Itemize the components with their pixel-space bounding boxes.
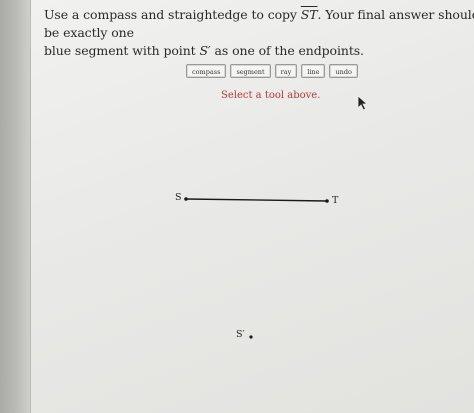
point-t[interactable]: [325, 199, 329, 203]
point-t-label: T: [332, 195, 339, 206]
segment-button[interactable]: segment: [230, 64, 271, 78]
undo-button[interactable]: undo: [329, 64, 358, 78]
prompt-line2-prefix: blue segment with point: [44, 43, 200, 58]
window-edge: [0, 0, 30, 413]
line-button[interactable]: line: [301, 64, 326, 78]
segment-st[interactable]: [185, 198, 328, 202]
ray-button[interactable]: ray: [274, 64, 298, 78]
drawing-canvas[interactable]: S T S′: [31, 110, 474, 410]
canvas-svg: [184, 197, 329, 339]
point-s[interactable]: [184, 197, 188, 201]
segment-st-label: ST: [300, 7, 318, 22]
status-message: Select a tool above.: [221, 90, 321, 101]
point-s-label: S: [175, 192, 182, 203]
question-prompt: Use a compass and straightedge to copy S…: [44, 6, 474, 60]
prompt-line1-prefix: Use a compass and straightedge to copy: [44, 7, 301, 22]
tool-bar: compass segment ray line undo: [186, 64, 358, 78]
prompt-line2-suffix: as one of the endpoints.: [210, 43, 365, 58]
construction-panel: Use a compass and straightedge to copy S…: [30, 0, 474, 413]
compass-button[interactable]: compass: [186, 64, 227, 78]
point-s-prime[interactable]: [249, 335, 253, 339]
point-s-prime-label: S′: [236, 329, 245, 340]
arrow-cursor-icon: [357, 95, 369, 111]
point-s-prime-ref: S′: [199, 43, 211, 58]
